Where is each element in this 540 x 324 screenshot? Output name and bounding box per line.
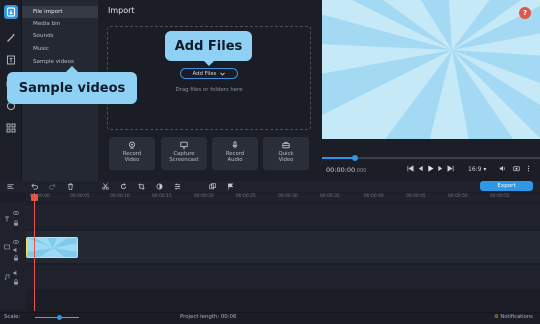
record-audio-button[interactable]: Record Audio: [212, 137, 258, 170]
add-files-dropdown[interactable]: Add Files: [180, 68, 238, 79]
snapshot-icon[interactable]: [512, 164, 521, 173]
frame-forward-icon[interactable]: [436, 164, 445, 173]
scrubber-progress: [322, 157, 356, 159]
category-music[interactable]: Music: [22, 43, 98, 55]
webcam-icon: [129, 141, 135, 149]
text-track-icon: [3, 215, 11, 223]
more-options-icon[interactable]: [524, 164, 533, 173]
category-sample-videos[interactable]: Sample videos: [22, 56, 98, 68]
playhead-handle[interactable]: [31, 194, 38, 201]
tracks-settings-icon[interactable]: [5, 181, 15, 191]
aspect-ratio-select[interactable]: 16:9 ▾: [468, 166, 486, 173]
aspect-ratio-value: 16:9: [468, 166, 482, 173]
record-video-label: Record Video: [122, 151, 142, 163]
volume-icon[interactable]: [498, 164, 507, 173]
clip-properties-icon[interactable]: [172, 181, 182, 191]
timecode-main: 00:00:00: [326, 166, 356, 174]
add-files-label: Add Files: [192, 70, 217, 77]
cut-icon[interactable]: [100, 181, 110, 191]
redo-icon[interactable]: [47, 181, 57, 191]
microphone-icon: [232, 141, 238, 149]
timecode: 00:00:00.000: [326, 166, 366, 174]
insert-overlay-icon[interactable]: [207, 181, 217, 191]
export-button[interactable]: Export: [480, 181, 533, 191]
scale-label: Scale:: [4, 314, 21, 320]
project-length: Project length: 00:06: [180, 314, 236, 320]
title-track[interactable]: [26, 205, 540, 229]
status-bar: [0, 312, 540, 324]
more-tools-icon[interactable]: [4, 121, 18, 135]
help-icon[interactable]: ?: [519, 7, 531, 19]
playhead[interactable]: [34, 193, 35, 311]
ruler-tick: 00:00:35: [320, 194, 340, 199]
category-sounds[interactable]: Sounds: [22, 30, 98, 42]
frame-back-icon[interactable]: [416, 164, 425, 173]
scrubber-handle[interactable]: [352, 155, 358, 161]
titles-icon[interactable]: [4, 53, 18, 67]
speaker-icon[interactable]: [12, 269, 20, 277]
ruler-tick: 00:00:45: [406, 194, 426, 199]
record-audio-label: Record Audio: [225, 151, 245, 163]
skip-back-icon[interactable]: [406, 164, 415, 173]
ruler-tick: 00:00:55: [490, 194, 510, 199]
ruler-tick: 00:00:05: [70, 194, 90, 199]
ruler-tick: 00:00:50: [448, 194, 468, 199]
import-icon[interactable]: [4, 5, 18, 19]
preview-frame: [322, 0, 540, 139]
audio-track[interactable]: [26, 265, 540, 289]
lock-icon[interactable]: [12, 278, 20, 286]
sunburst-graphic: [322, 0, 540, 139]
briefcase-icon: [282, 141, 290, 149]
sample-videos-callout: Sample videos: [7, 66, 137, 104]
ruler-tick: 00:00:15: [152, 194, 172, 199]
magic-wand-icon[interactable]: [4, 31, 18, 45]
crop-icon[interactable]: [136, 181, 146, 191]
edit-toolbar: [0, 181, 540, 192]
import-title: Import: [108, 6, 135, 15]
undo-icon[interactable]: [29, 181, 39, 191]
video-track[interactable]: [26, 231, 540, 263]
lock-icon[interactable]: [12, 254, 20, 262]
capture-screencast-button[interactable]: Capture Screencast: [161, 137, 207, 170]
record-video-button[interactable]: Record Video: [109, 137, 155, 170]
video-track-icon: [3, 243, 11, 251]
notifications-label: Notifications: [500, 314, 533, 320]
project-length-value: 00:06: [220, 314, 237, 320]
category-media-bin[interactable]: Media bin: [22, 18, 98, 30]
speaker-icon[interactable]: [12, 246, 20, 254]
add-files-callout: Add Files: [165, 31, 252, 66]
category-file-import[interactable]: File import: [22, 6, 98, 18]
music-track-icon: [3, 273, 11, 281]
scale-slider-handle[interactable]: [57, 315, 62, 320]
lock-icon[interactable]: [12, 219, 20, 227]
drop-hint: Drag files or folders here: [175, 87, 243, 93]
ruler-tick: 00:00:25: [236, 194, 256, 199]
gear-icon: ⚙: [494, 314, 499, 320]
capture-screencast-label: Capture Screencast: [169, 151, 199, 163]
project-length-label: Project length:: [180, 314, 220, 320]
quick-video-button[interactable]: Quick Video: [263, 137, 309, 170]
ruler-tick: 00:00:40: [364, 194, 384, 199]
skip-forward-icon[interactable]: [446, 164, 455, 173]
screen-icon: [180, 141, 188, 149]
quick-video-label: Quick Video: [278, 151, 294, 163]
ruler-tick: 00:00:10: [110, 194, 130, 199]
color-adjust-icon[interactable]: [154, 181, 164, 191]
delete-icon[interactable]: [65, 181, 75, 191]
ruler-tick: 00:00:20: [194, 194, 214, 199]
eye-icon[interactable]: [12, 209, 20, 217]
timecode-ms: .000: [355, 168, 367, 174]
eye-icon[interactable]: [12, 238, 20, 246]
notifications[interactable]: ⚙ Notifications: [494, 314, 533, 320]
ruler-tick: 00:00:30: [278, 194, 298, 199]
play-icon[interactable]: [426, 164, 435, 173]
rotate-icon[interactable]: [118, 181, 128, 191]
marker-flag-icon[interactable]: [225, 181, 235, 191]
chevron-down-icon: [220, 71, 226, 76]
